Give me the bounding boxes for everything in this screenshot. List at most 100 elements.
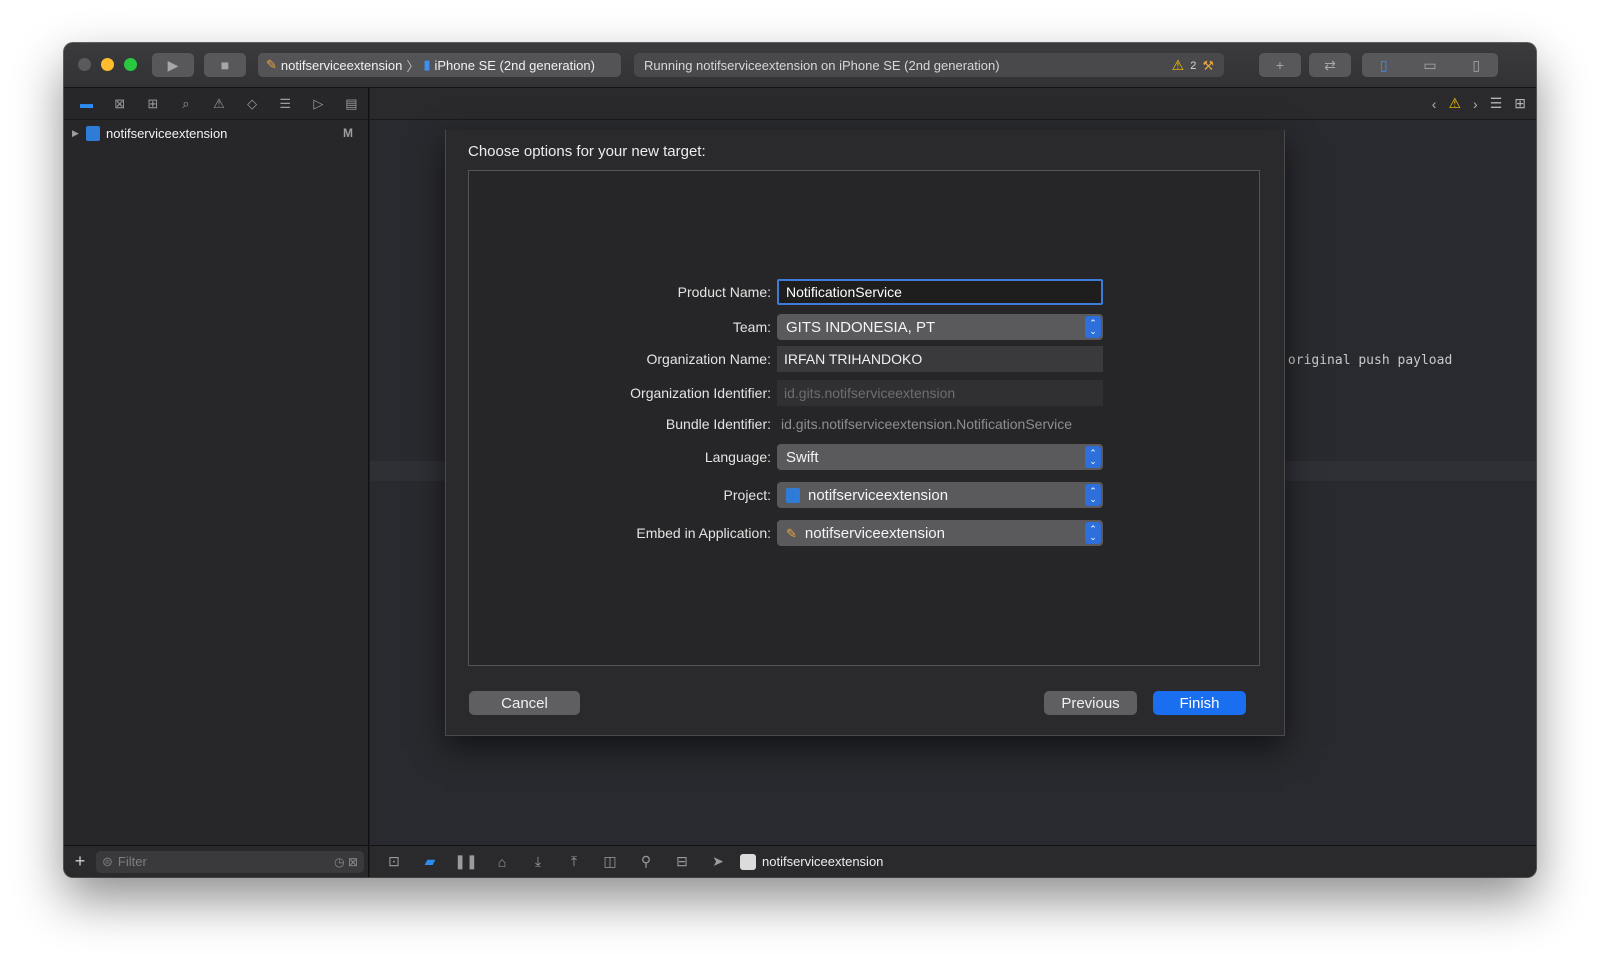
previous-button[interactable]: Previous bbox=[1044, 691, 1137, 715]
disclosure-triangle-icon[interactable]: ▶ bbox=[72, 128, 86, 139]
inspector-toggle-icon[interactable]: ▯ bbox=[1472, 57, 1480, 74]
bundle-identifier-value: id.gits.notifserviceextension.Notificati… bbox=[781, 416, 1073, 432]
play-icon: ▶ bbox=[167, 56, 179, 73]
embed-in-application-value: notifserviceextension bbox=[804, 524, 945, 542]
add-file-button[interactable]: + bbox=[64, 851, 96, 872]
code-review-button[interactable]: ⇄ bbox=[1309, 53, 1351, 77]
device-icon: ▮ bbox=[423, 57, 431, 72]
scheme-name: notifserviceextension bbox=[280, 57, 403, 73]
navigator-filter-bar: + ⊜ Filter ◷ ⊠ bbox=[64, 845, 368, 877]
scheme-selector[interactable]: ✎ notifserviceextension 〉 ▮ iPhone SE (2… bbox=[258, 53, 621, 77]
bundle-identifier-row: Bundle Identifier: id.gits.notifservicee… bbox=[469, 411, 1259, 437]
chevron-updown-icon: ⌃ ⌄ bbox=[1085, 522, 1101, 544]
organization-identifier-row: Organization Identifier: id.gits.notifse… bbox=[469, 380, 1259, 406]
device-name[interactable]: iPhone SE (2nd generation) bbox=[434, 58, 594, 73]
product-name-field[interactable]: NotificationService bbox=[777, 279, 1103, 305]
activity-status: Running notifserviceextension on iPhone … bbox=[634, 53, 1224, 77]
team-row: Team: GITS INDONESIA, PT ⌃ ⌄ bbox=[469, 314, 1259, 340]
status-text: Running notifserviceextension on iPhone … bbox=[644, 57, 1000, 73]
debug-area-toggle-icon[interactable]: ▭ bbox=[1423, 57, 1436, 74]
test-icon[interactable]: ◇ bbox=[236, 96, 269, 112]
language-value: Swift bbox=[786, 448, 819, 466]
forward-chevron-icon[interactable]: › bbox=[1473, 96, 1478, 112]
embed-in-application-popup[interactable]: ✎ notifserviceextension ⌃ ⌄ bbox=[777, 520, 1103, 546]
navigator-toggle-icon[interactable]: ▯ bbox=[1380, 57, 1388, 74]
editor-jump-bar: ‹ ⚠ › ☰ ⊞ bbox=[370, 88, 1536, 120]
search-icon[interactable]: ⌕ bbox=[169, 96, 202, 112]
new-target-sheet: Choose options for your new target: Prod… bbox=[445, 130, 1285, 736]
team-popup[interactable]: GITS INDONESIA, PT ⌃ ⌄ bbox=[777, 314, 1103, 340]
bundle-identifier-label: Bundle Identifier: bbox=[665, 416, 771, 432]
chevron-updown-icon: ⌃ ⌄ bbox=[1085, 316, 1101, 338]
environment-overrides-icon[interactable]: ⊟ bbox=[664, 853, 700, 870]
close-window-button[interactable] bbox=[78, 58, 91, 71]
panel-toggles: ▯ ▭ ▯ bbox=[1362, 53, 1498, 77]
warning-count[interactable]: 2 bbox=[1190, 60, 1196, 72]
project-popup[interactable]: notifserviceextension ⌃ ⌄ bbox=[777, 482, 1103, 508]
stop-button[interactable]: ■ bbox=[204, 53, 246, 77]
plus-icon: + bbox=[1275, 57, 1285, 73]
step-out-icon[interactable]: ⤒ bbox=[556, 853, 592, 870]
source-control-icon[interactable]: ⊠ bbox=[103, 96, 136, 112]
run-button[interactable]: ▶ bbox=[152, 53, 194, 77]
pause-icon[interactable]: ❚❚ bbox=[448, 853, 484, 870]
hammer-icon[interactable]: ⚒ bbox=[1202, 58, 1214, 74]
organization-name-row: Organization Name: IRFAN TRIHANDOKO bbox=[469, 346, 1259, 372]
project-file-icon bbox=[86, 125, 100, 141]
product-name-row: Product Name: NotificationService bbox=[469, 279, 1259, 305]
organization-name-field[interactable]: IRFAN TRIHANDOKO bbox=[777, 346, 1103, 372]
project-file-icon bbox=[786, 487, 800, 503]
warning-icon[interactable]: ⚠ bbox=[1172, 57, 1185, 74]
recent-files-icon[interactable]: ◷ ⊠ bbox=[334, 855, 358, 869]
breakpoint-icon[interactable]: ▷ bbox=[302, 96, 335, 112]
sheet-title: Choose options for your new target: bbox=[468, 143, 706, 160]
organization-identifier-field[interactable]: id.gits.notifserviceextension bbox=[777, 380, 1103, 406]
navigator-tabs: ▬ ⊠ ⊞ ⌕ ⚠ ◇ ☰ ▷ ▤ bbox=[64, 88, 368, 120]
product-name-label: Product Name: bbox=[677, 284, 771, 300]
folder-icon[interactable]: ▬ bbox=[70, 96, 103, 111]
xcode-window: ▶ ■ ✎ notifserviceextension 〉 ▮ iPhone S… bbox=[64, 43, 1536, 877]
filter-icon: ⊜ bbox=[102, 853, 113, 869]
view-hierarchy-icon[interactable]: ◫ bbox=[592, 853, 628, 870]
breakpoints-toggle-icon[interactable]: ▰ bbox=[412, 853, 448, 870]
library-button[interactable]: + bbox=[1259, 53, 1301, 77]
chevron-updown-icon: ⌃ ⌄ bbox=[1085, 484, 1101, 506]
filter-input[interactable]: ⊜ Filter ◷ ⊠ bbox=[96, 850, 364, 873]
cancel-button[interactable]: Cancel bbox=[469, 691, 580, 715]
project-navigator: ▬ ⊠ ⊞ ⌕ ⚠ ◇ ☰ ▷ ▤ ▶ notifserviceextensio… bbox=[64, 88, 369, 877]
debug-target[interactable]: notifserviceextension bbox=[740, 853, 883, 870]
chevron-updown-icon: ⌃ ⌄ bbox=[1085, 446, 1101, 468]
language-row: Language: Swift ⌃ ⌄ bbox=[469, 444, 1259, 470]
issue-icon[interactable]: ⚠ bbox=[202, 96, 235, 112]
step-over-icon[interactable]: ⌂ bbox=[484, 854, 520, 870]
embed-in-application-label: Embed in Application: bbox=[636, 525, 771, 541]
zoom-window-button[interactable] bbox=[124, 58, 137, 71]
language-popup[interactable]: Swift ⌃ ⌄ bbox=[777, 444, 1103, 470]
organization-identifier-label: Organization Identifier: bbox=[630, 385, 771, 401]
editor-options-icon[interactable]: ☰ bbox=[1490, 95, 1503, 112]
step-into-icon[interactable]: ⤓ bbox=[520, 853, 556, 870]
language-label: Language: bbox=[704, 449, 771, 465]
app-target-icon: ✎ bbox=[786, 525, 797, 541]
editor-warning-icon[interactable]: ⚠ bbox=[1448, 95, 1461, 112]
debug-icon[interactable]: ☰ bbox=[269, 96, 302, 112]
location-icon[interactable]: ➤ bbox=[700, 853, 736, 870]
symbol-icon[interactable]: ⊞ bbox=[136, 96, 169, 112]
toolbar: ▶ ■ ✎ notifserviceextension 〉 ▮ iPhone S… bbox=[64, 43, 1536, 88]
app-icon bbox=[740, 853, 756, 870]
options-panel: Product Name: NotificationService Team: … bbox=[468, 170, 1260, 666]
finish-button[interactable]: Finish bbox=[1153, 691, 1246, 715]
minimize-window-button[interactable] bbox=[101, 58, 114, 71]
back-chevron-icon[interactable]: ‹ bbox=[1432, 96, 1437, 112]
team-label: Team: bbox=[732, 319, 771, 335]
hide-debug-area-icon[interactable]: ⊡ bbox=[376, 853, 412, 870]
memory-graph-icon[interactable]: ⚲ bbox=[628, 853, 664, 870]
project-name: notifserviceextension bbox=[106, 125, 228, 141]
project-value: notifserviceextension bbox=[808, 486, 949, 504]
project-row: Project: notifserviceextension ⌃ ⌄ bbox=[469, 482, 1259, 508]
embed-in-application-row: Embed in Application: ✎ notifserviceexte… bbox=[469, 520, 1259, 546]
stop-icon: ■ bbox=[220, 57, 230, 73]
project-row[interactable]: ▶ notifserviceextension M bbox=[64, 122, 368, 144]
report-icon[interactable]: ▤ bbox=[335, 96, 368, 112]
split-editor-icon[interactable]: ⊞ bbox=[1514, 95, 1526, 112]
